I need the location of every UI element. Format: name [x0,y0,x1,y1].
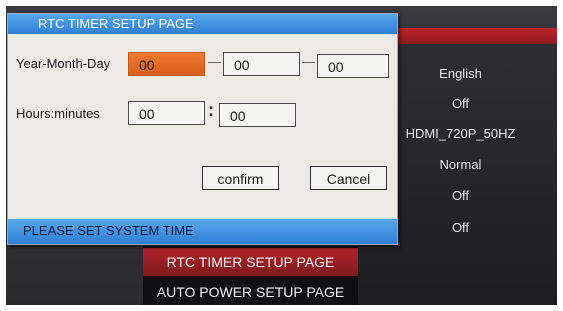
menu-item-rtc-timer[interactable]: RTC TIMER SETUP PAGE [143,248,358,276]
dialog-title-bar: RTC TIMER SETUP PAGE [8,14,397,34]
month-field[interactable]: 00 [223,52,300,76]
year-field[interactable]: 00 [128,52,205,76]
minutes-field[interactable]: 00 [219,103,296,127]
menu-item-auto-power[interactable]: AUTO POWER SETUP PAGE [143,278,358,306]
menu-header-strip [380,28,563,44]
hours-field[interactable]: 00 [128,101,205,125]
day-field[interactable]: 00 [317,54,389,78]
status-message: PLEASE SET SYSTEM TIME [23,223,194,238]
time-separator: : [208,100,214,120]
setup-menu: RTC TIMER SETUP PAGE AUTO POWER SETUP PA… [143,246,358,308]
cancel-button[interactable]: Cancel [310,166,387,190]
date-separator-2: — [302,54,315,69]
tv-screen: English Off HDMI_720P_50HZ Normal Off Of… [0,0,563,311]
dialog-title: RTC TIMER SETUP PAGE [38,16,194,31]
confirm-button[interactable]: confirm [202,166,279,190]
status-bar: PLEASE SET SYSTEM TIME [8,219,397,244]
time-label: Hours:minutes [16,106,100,121]
date-label: Year-Month-Day [16,56,111,71]
rtc-timer-dialog: RTC TIMER SETUP PAGE Year-Month-Day 00 —… [7,13,398,245]
date-separator-1: — [208,54,221,69]
